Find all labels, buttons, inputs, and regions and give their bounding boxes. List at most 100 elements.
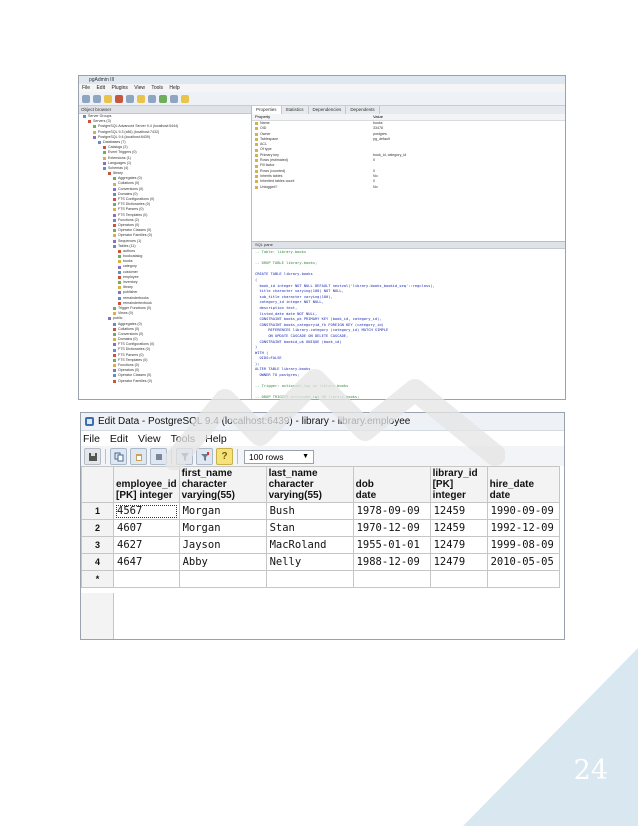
table-cell[interactable]: 4647 <box>113 553 180 571</box>
tree-node-icon <box>98 141 101 145</box>
tab-dependencies[interactable]: Dependencies <box>309 106 347 114</box>
row-number[interactable]: 2 <box>81 519 114 537</box>
row-number[interactable]: 3 <box>81 536 114 554</box>
table-cell[interactable]: 1978-09-09 <box>352 502 431 520</box>
pgadmin-menu-view[interactable]: View <box>134 85 145 91</box>
help-icon[interactable] <box>181 94 189 103</box>
column-type: [PK] integer <box>432 479 466 501</box>
new-row-cell[interactable] <box>352 570 431 588</box>
pgadmin-toolbar <box>79 92 565 106</box>
column-header-first-name[interactable]: first_name character varying(55) <box>178 466 267 503</box>
table-cell[interactable]: 1999-08-09 <box>486 536 560 554</box>
tree-node-icon <box>103 146 106 150</box>
new-row-cell[interactable] <box>486 570 560 588</box>
menu-view[interactable]: View <box>138 433 161 445</box>
tree-node-icon <box>113 379 116 383</box>
menu-tools[interactable]: Tools <box>171 433 196 445</box>
table-cell[interactable]: Jayson <box>178 536 267 554</box>
column-header-hire-date[interactable]: hire_date date <box>486 466 560 503</box>
property-row[interactable]: Unlogged? No <box>252 185 565 190</box>
sql-icon[interactable] <box>137 94 145 103</box>
table-cell[interactable]: 1990-09-09 <box>486 502 560 520</box>
column-name: dob <box>355 479 374 490</box>
table-cell[interactable]: 2010-05-05 <box>486 553 560 571</box>
help-icon[interactable]: ? <box>216 448 233 465</box>
menu-edit[interactable]: Edit <box>110 433 128 445</box>
new-row-cell[interactable] <box>429 570 488 588</box>
object-tree: Server Groups Servers (3) PostgreSQL Advan… <box>79 114 251 384</box>
table-cell[interactable]: 4607 <box>113 519 180 537</box>
table-cell[interactable]: Bush <box>265 502 354 520</box>
column-header-library-id[interactable]: library_id [PK] integer <box>429 466 488 503</box>
pgadmin-menu-plugins[interactable]: Plugins <box>111 85 127 91</box>
view-data-icon[interactable] <box>148 94 156 103</box>
new-row-marker[interactable]: * <box>81 570 114 588</box>
maintenance-icon[interactable] <box>170 94 178 103</box>
tree-node-icon <box>113 208 116 212</box>
properties-icon[interactable] <box>104 94 112 103</box>
tree-node-icon <box>93 135 96 139</box>
pgadmin-menu-help[interactable]: Help <box>169 85 179 91</box>
column-header-last-name[interactable]: last_name character varying(55) <box>265 466 354 503</box>
table-cell[interactable]: 1955-01-01 <box>352 536 431 554</box>
tab-statistics[interactable]: Statistics <box>282 106 309 114</box>
new-row-cell[interactable] <box>265 570 354 588</box>
table-cell[interactable]: 12459 <box>429 502 488 520</box>
table-cell[interactable]: Morgan <box>178 502 267 520</box>
pgadmin-menu-tools[interactable]: Tools <box>151 85 163 91</box>
column-header-dob[interactable]: dob date <box>352 466 431 503</box>
new-row-cell[interactable] <box>178 570 267 588</box>
row-number[interactable]: 1 <box>81 502 114 520</box>
tree-node-icon <box>113 244 116 248</box>
table-cell[interactable]: 4567 <box>113 502 180 520</box>
tree-node[interactable]: Operator Families (0) <box>79 379 251 384</box>
tab-properties[interactable]: Properties <box>252 106 282 114</box>
pgadmin-menu-file[interactable]: File <box>82 85 90 91</box>
table-cell[interactable]: 4627 <box>113 536 180 554</box>
table-app-icon <box>85 417 94 426</box>
column-header-employee-id[interactable]: employee_id [PK] integer <box>113 466 180 503</box>
filter-icon[interactable] <box>159 94 167 103</box>
tree-node-icon <box>103 161 106 165</box>
table-cell[interactable]: Morgan <box>178 519 267 537</box>
refresh-icon[interactable] <box>93 94 101 103</box>
table-cell[interactable]: 1988-12-09 <box>352 553 431 571</box>
property-key-label: Unlogged? <box>260 184 278 189</box>
table-cell[interactable]: 1970-12-09 <box>352 519 431 537</box>
tree-node-icon <box>118 281 121 285</box>
menu-file[interactable]: File <box>83 433 100 445</box>
table-cell[interactable]: Nelly <box>265 553 354 571</box>
copy-icon[interactable] <box>110 448 127 465</box>
tree-node-icon <box>103 166 106 170</box>
tree-node-icon <box>103 151 106 155</box>
filter-icon[interactable] <box>176 448 193 465</box>
pgadmin-menu-edit[interactable]: Edit <box>96 85 105 91</box>
menu-help[interactable]: Help <box>205 433 227 445</box>
connect-icon[interactable] <box>82 94 90 103</box>
row-header-fill <box>81 593 114 639</box>
column-name: library_id <box>432 468 478 479</box>
table-cell[interactable]: 12479 <box>429 553 488 571</box>
tree-node-icon <box>113 312 116 316</box>
table-cell[interactable]: 12479 <box>429 536 488 554</box>
tree-node-icon <box>113 332 116 336</box>
paste-icon[interactable] <box>130 448 147 465</box>
delete-row-icon[interactable] <box>150 448 167 465</box>
new-row-cell[interactable] <box>113 570 180 588</box>
tab-dependents[interactable]: Dependents <box>346 106 380 114</box>
row-limit-value: 100 rows <box>249 451 284 462</box>
table-cell[interactable]: 12459 <box>429 519 488 537</box>
row-number[interactable]: 4 <box>81 553 114 571</box>
table-cell[interactable]: MacRoland <box>265 536 354 554</box>
column-type: date <box>489 490 511 501</box>
tree-node-icon <box>118 270 121 274</box>
corner-cell[interactable] <box>81 466 114 503</box>
table-cell[interactable]: Stan <box>265 519 354 537</box>
delete-icon[interactable] <box>115 94 123 103</box>
query-tool-icon[interactable] <box>126 94 134 103</box>
row-limit-select[interactable]: 100 rows ▼ <box>244 449 314 464</box>
table-cell[interactable]: 1992-12-09 <box>486 519 560 537</box>
sort-filter-icon[interactable] <box>196 448 213 465</box>
table-cell[interactable]: Abby <box>178 553 267 571</box>
save-icon[interactable] <box>84 448 101 465</box>
